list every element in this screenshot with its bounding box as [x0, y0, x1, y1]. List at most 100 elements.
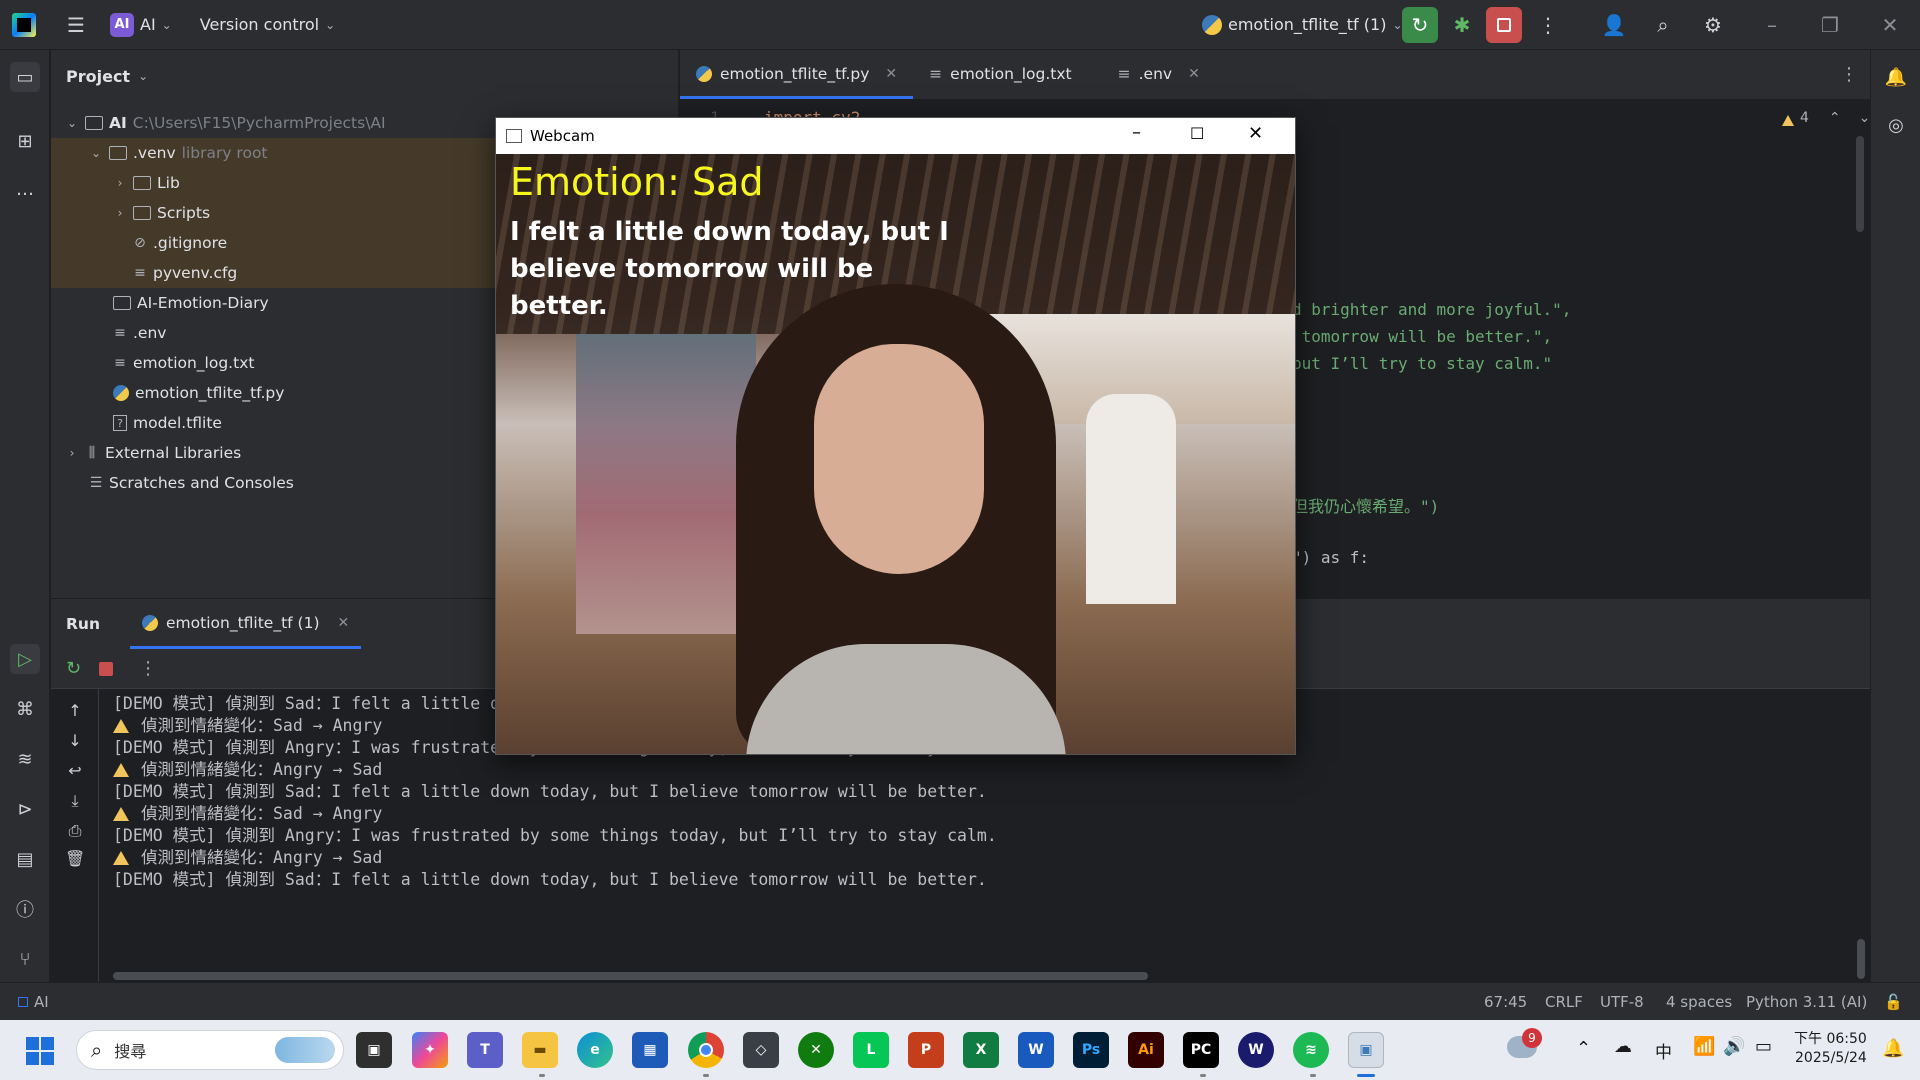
debug-button[interactable]: ✱: [1444, 7, 1480, 43]
chevron-up-icon[interactable]: ⌃: [1576, 1038, 1591, 1059]
close-tab-icon[interactable]: ✕: [1188, 66, 1200, 82]
tree-label: Scratches and Consoles: [109, 474, 294, 492]
edge-icon[interactable]: e: [577, 1032, 613, 1068]
python-interpreter[interactable]: Python 3.11 (AI): [1746, 993, 1867, 1011]
word-icon[interactable]: W: [1018, 1032, 1054, 1068]
close-tab-icon[interactable]: ✕: [338, 615, 350, 631]
chevron-right-icon: ›: [117, 206, 123, 220]
settings-gear-icon[interactable]: ⚙: [1695, 7, 1731, 43]
file-explorer-icon[interactable]: ▬: [522, 1032, 558, 1068]
scroll-down-icon[interactable]: ↓: [65, 731, 85, 751]
notification-bell-icon[interactable]: 🔔: [1882, 1038, 1904, 1059]
more-options-icon[interactable]: ⋮: [139, 658, 157, 679]
wifi-icon[interactable]: 📶: [1693, 1036, 1715, 1057]
lock-icon[interactable]: 🔓: [1884, 993, 1903, 1011]
photoshop-icon[interactable]: Ps: [1073, 1032, 1109, 1068]
scroll-up-icon[interactable]: ↑: [65, 701, 85, 721]
battery-icon[interactable]: ▭: [1755, 1036, 1772, 1057]
problems-icon[interactable]: ⓘ: [10, 894, 40, 924]
project-tool-icon[interactable]: ▭: [10, 62, 40, 92]
chevron-up-icon[interactable]: ⌃: [1829, 110, 1841, 126]
terminal-icon[interactable]: ▤: [10, 844, 40, 874]
python-icon: [1202, 14, 1222, 35]
pycharm-logo-icon[interactable]: [12, 12, 36, 37]
line-separator[interactable]: CRLF: [1545, 993, 1583, 1011]
webex-icon[interactable]: W: [1238, 1032, 1274, 1068]
scroll-to-end-icon[interactable]: ⤓: [65, 791, 85, 811]
ignore-file-icon: ⊘: [134, 235, 146, 251]
clock[interactable]: 下午 06:50 2025/5/24: [1794, 1030, 1867, 1068]
console-line: 偵測到情緒變化：Angry → Sad: [113, 759, 382, 781]
close-tab-icon[interactable]: ✕: [885, 66, 897, 82]
warning-icon: [113, 807, 129, 821]
console-vertical-scrollbar[interactable]: [1857, 939, 1865, 979]
tab-emotion-tflite-py[interactable]: emotion_tflite_tf.py ✕: [680, 49, 914, 99]
console-horizontal-scrollbar[interactable]: [113, 972, 1148, 980]
indent-setting[interactable]: 4 spaces: [1666, 993, 1732, 1011]
chevron-down-icon[interactable]: ⌄: [1859, 110, 1871, 126]
tab-options-icon[interactable]: ⋮: [1840, 64, 1858, 85]
line-app-icon[interactable]: L: [853, 1032, 889, 1068]
excel-icon[interactable]: X: [963, 1032, 999, 1068]
powerpoint-icon[interactable]: P: [908, 1032, 944, 1068]
editor-scrollbar[interactable]: [1856, 136, 1864, 232]
clear-trash-icon[interactable]: 🗑: [65, 849, 85, 869]
more-actions-icon[interactable]: ⋮: [1530, 7, 1566, 43]
main-menu-icon[interactable]: ☰: [58, 7, 94, 43]
inspection-widget[interactable]: 4 ⌃ ⌄: [1782, 110, 1870, 126]
run-config-tab[interactable]: emotion_tflite_tf (1) ✕: [130, 599, 362, 649]
close-button[interactable]: ✕: [1248, 123, 1263, 144]
run-config-selector[interactable]: emotion_tflite_tf (1) ⌄: [1202, 14, 1403, 35]
minimize-button[interactable]: –: [1132, 122, 1141, 143]
windows-start-icon[interactable]: [26, 1037, 54, 1065]
python-packages-icon[interactable]: ≋: [10, 744, 40, 774]
task-view-icon[interactable]: ▣: [356, 1032, 392, 1068]
vcs-menu[interactable]: Version control ⌄: [200, 15, 335, 34]
rerun-icon[interactable]: ↻: [66, 658, 81, 679]
illustrator-icon[interactable]: Ai: [1128, 1032, 1164, 1068]
git-icon[interactable]: ⑂: [10, 944, 40, 974]
stop-button[interactable]: [1486, 6, 1522, 43]
editor-tabs: emotion_tflite_tf.py ✕ ≡ emotion_log.txt…: [680, 50, 1870, 100]
code-with-me-icon[interactable]: 👤: [1596, 7, 1632, 43]
xbox-icon[interactable]: ✕: [798, 1032, 834, 1068]
print-icon[interactable]: ⎙: [65, 821, 85, 841]
close-button[interactable]: ✕: [1872, 7, 1908, 43]
services-icon[interactable]: ⊳: [10, 794, 40, 824]
ime-indicator[interactable]: 中: [1655, 1038, 1672, 1063]
status-project[interactable]: AI: [18, 993, 49, 1011]
structure-tool-icon[interactable]: ⊞: [10, 126, 40, 156]
volume-icon[interactable]: 🔊: [1723, 1036, 1745, 1057]
taskbar-search-box[interactable]: ⌕ 搜尋: [76, 1030, 344, 1070]
ai-assistant-icon[interactable]: ◎: [1881, 110, 1911, 140]
stop-icon[interactable]: [99, 661, 114, 676]
spotify-icon[interactable]: ≋: [1293, 1032, 1329, 1068]
soft-wrap-icon[interactable]: ↩: [65, 761, 85, 781]
run-tab-title[interactable]: Run: [66, 615, 100, 633]
file-encoding[interactable]: UTF-8: [1600, 993, 1644, 1011]
minimize-button[interactable]: –: [1754, 7, 1790, 43]
webcam-title-bar[interactable]: Webcam – ☐ ✕: [496, 118, 1295, 154]
rerun-button[interactable]: ↻: [1402, 6, 1438, 43]
python-webcam-taskbar-icon[interactable]: ▣: [1348, 1032, 1384, 1068]
copilot-icon[interactable]: ✦: [412, 1032, 448, 1068]
project-header[interactable]: Project ⌄: [51, 50, 678, 102]
pycharm-taskbar-icon[interactable]: PC: [1183, 1032, 1219, 1068]
unity-icon[interactable]: ◇: [743, 1032, 779, 1068]
python-console-icon[interactable]: ⌘: [10, 694, 40, 724]
tab-emotion-log[interactable]: ≡ emotion_log.txt: [913, 49, 1087, 99]
project-switcher[interactable]: AI AI ⌄: [110, 12, 172, 37]
caret-position[interactable]: 67:45: [1484, 993, 1527, 1011]
search-icon[interactable]: ⌕: [1645, 7, 1681, 43]
webcam-title: Webcam: [530, 127, 595, 145]
maximize-button[interactable]: ☐: [1190, 124, 1204, 143]
notifications-bell-icon[interactable]: 🔔: [1881, 62, 1911, 92]
network-status-icon[interactable]: ☁: [1614, 1036, 1632, 1057]
microsoft-store-icon[interactable]: ▦: [632, 1032, 668, 1068]
chrome-icon[interactable]: [688, 1032, 724, 1068]
tab-env[interactable]: ≡ .env ✕: [1102, 49, 1216, 99]
restore-button[interactable]: ❐: [1812, 7, 1848, 43]
teams-icon[interactable]: T: [467, 1032, 503, 1068]
run-tool-icon[interactable]: ▷: [10, 644, 40, 674]
more-tools-icon[interactable]: …: [10, 174, 40, 204]
